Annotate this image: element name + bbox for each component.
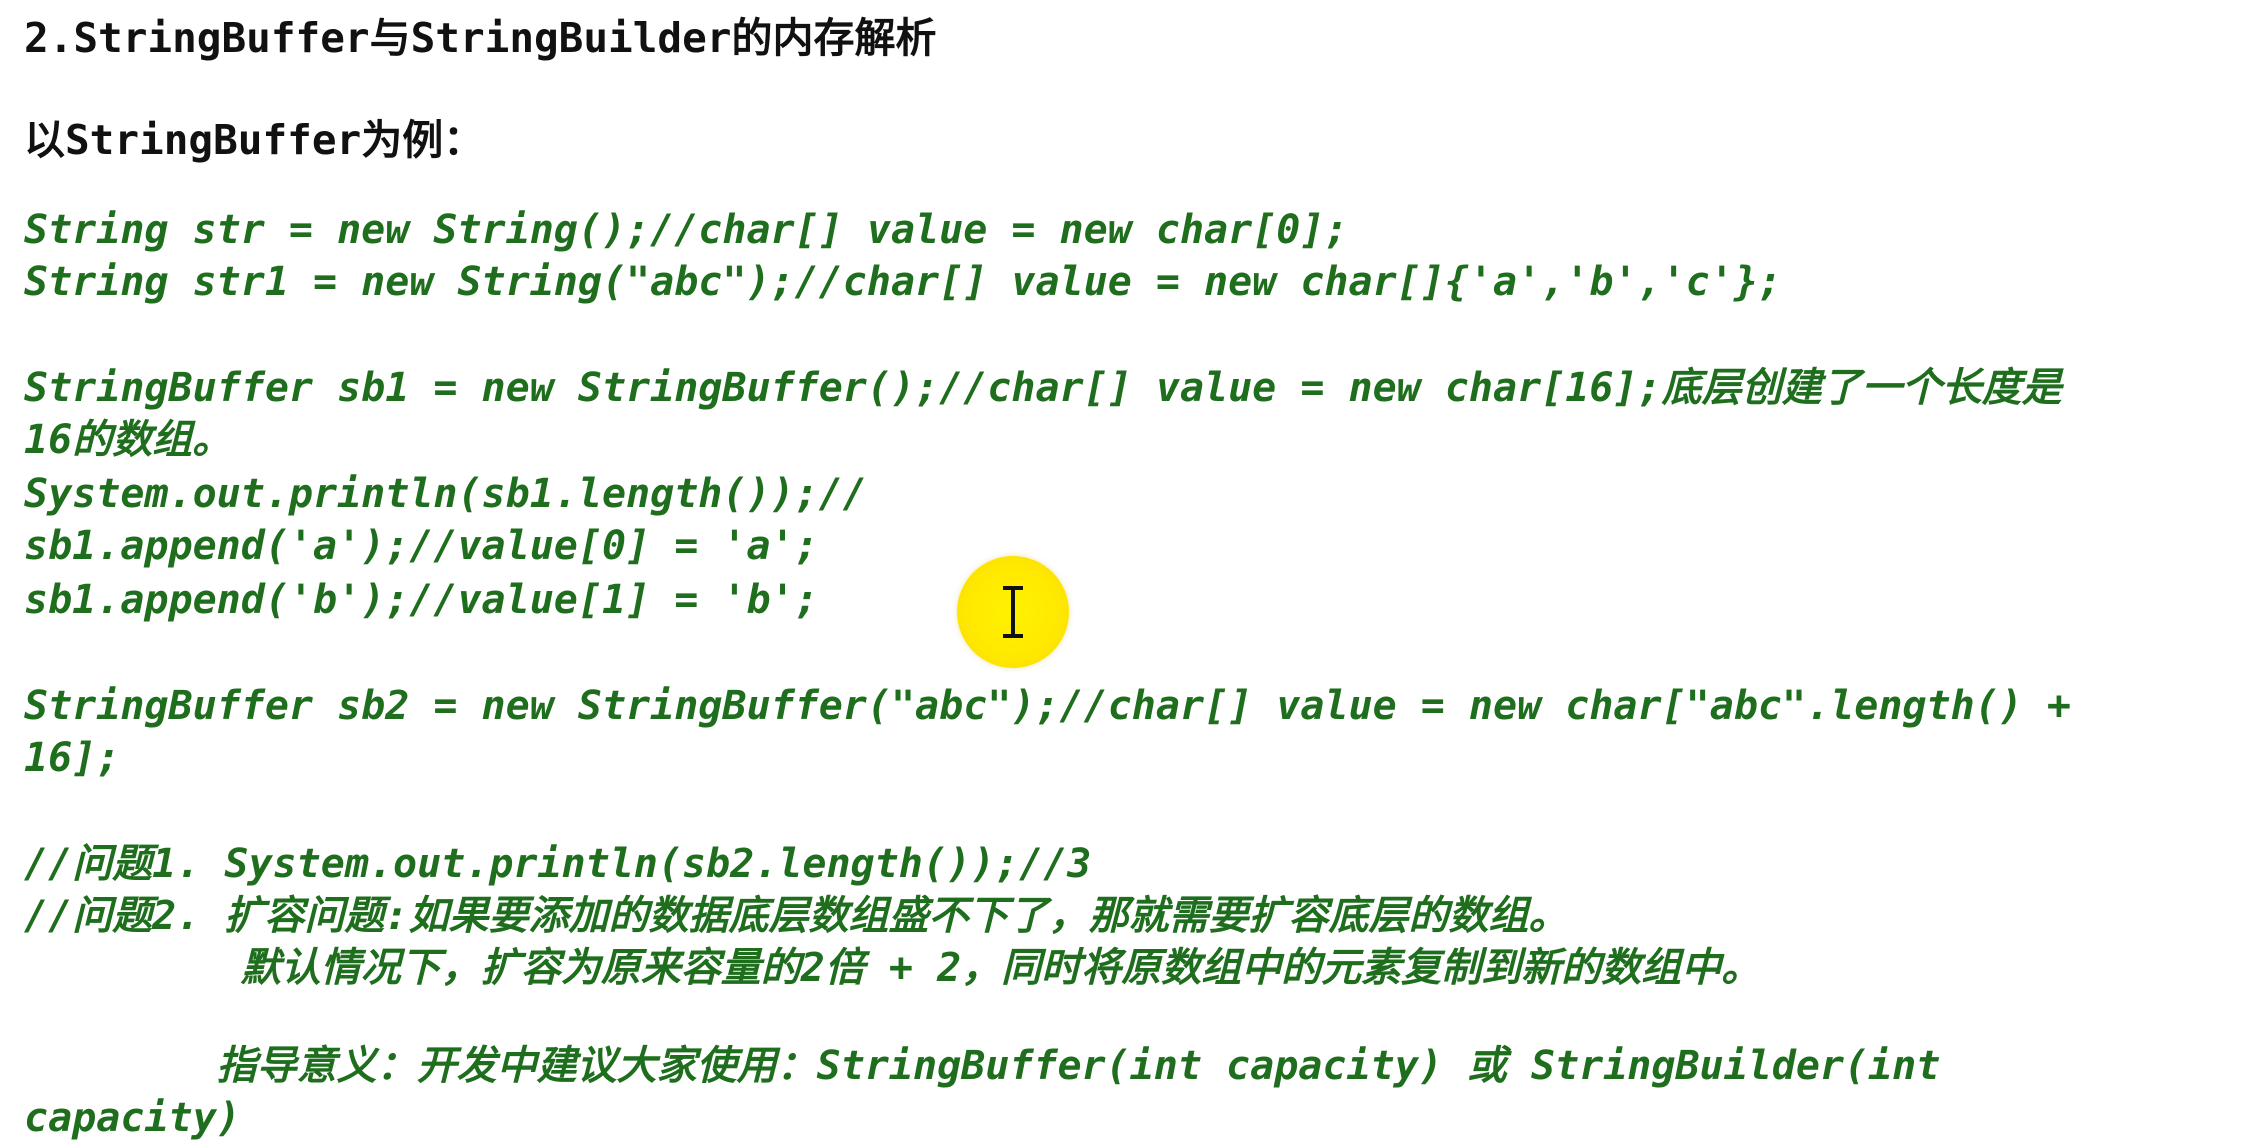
text-ibeam-cursor-icon — [1003, 586, 1023, 638]
code-line-4: 16的数组。 — [24, 417, 233, 463]
code-line-11: //问题2. 扩容问题:如果要添加的数据底层数组盛不下了，那就需要扩容底层的数组… — [24, 893, 1569, 939]
code-line-13: 指导意义：开发中建议大家使用：StringBuffer(int capacity… — [24, 1043, 1941, 1089]
code-line-5: System.out.println(sb1.length());// — [24, 471, 867, 517]
code-line-3: StringBuffer sb1 = new StringBuffer();//… — [24, 365, 2062, 411]
page-title: 2.StringBuffer与StringBuilder的内存解析 — [24, 14, 937, 62]
page-subtitle: 以StringBuffer为例： — [24, 116, 485, 164]
code-line-8: StringBuffer sb2 = new StringBuffer("abc… — [24, 683, 2071, 729]
code-line-2: String str1 = new String("abc");//char[]… — [24, 259, 1782, 305]
code-line-7: sb1.append('b');//value[1] = 'b'; — [24, 577, 819, 623]
code-line-9: 16]; — [24, 735, 121, 781]
document-page: 2.StringBuffer与StringBuilder的内存解析 以Strin… — [0, 0, 2246, 1144]
code-line-14: capacity) — [24, 1095, 241, 1141]
code-line-1: String str = new String();//char[] value… — [24, 207, 1349, 253]
code-line-10: //问题1. System.out.println(sb2.length());… — [24, 841, 1092, 887]
code-line-12: 默认情况下，扩容为原来容量的2倍 + 2，同时将原数组中的元素复制到新的数组中。 — [24, 945, 1762, 991]
code-line-6: sb1.append('a');//value[0] = 'a'; — [24, 523, 819, 569]
